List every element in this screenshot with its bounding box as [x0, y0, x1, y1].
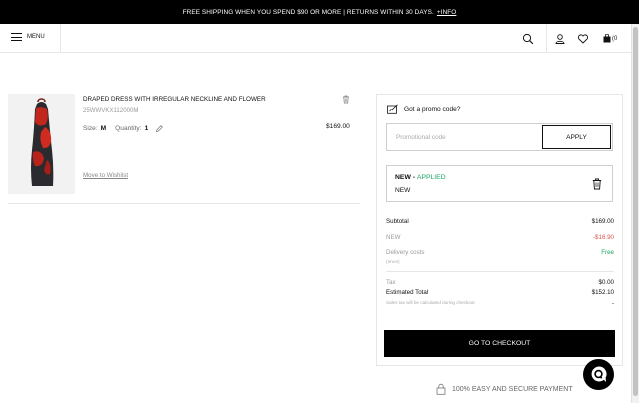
summary-divider: [386, 271, 614, 272]
tax-note: Sales tax will be calculated during chec…: [386, 300, 475, 305]
order-summary: Got a promo code? APPLY NEW - APPLIED NE…: [376, 94, 623, 366]
promo-info-link[interactable]: +INFO: [437, 9, 457, 16]
size-label: Size:: [83, 125, 98, 132]
applied-promo: NEW - APPLIED NEW: [386, 165, 613, 202]
remove-promo-icon[interactable]: [592, 178, 602, 190]
applied-status: APPLIED: [416, 174, 446, 181]
promo-icon: [387, 104, 398, 114]
promo-code-title: Got a promo code?: [404, 105, 461, 113]
header-divider: [546, 24, 547, 52]
applied-promo-code: NEW: [395, 174, 411, 181]
header-divider: [60, 24, 61, 52]
user-icon[interactable]: [554, 33, 566, 45]
estimated-total-label: Estimated Total: [386, 289, 429, 296]
promo-banner-text: FREE SHIPPING WHEN YOU SPEND $90 OR MORE…: [182, 8, 434, 16]
chat-button[interactable]: [583, 359, 614, 390]
product-name[interactable]: DRAPED DRESS WITH IRREGULAR NECKLINE AND…: [83, 96, 266, 103]
quantity-label: Quantity:: [115, 125, 142, 132]
size-value: M: [100, 125, 107, 132]
menu-label: MENU: [27, 34, 45, 40]
applied-promo-title: NEW - APPLIED: [395, 174, 446, 181]
product-image[interactable]: [8, 94, 75, 194]
promo-banner: FREE SHIPPING WHEN YOU SPEND $90 OR MORE…: [0, 0, 639, 24]
bag-icon: [603, 34, 611, 43]
subtotal-value: $169.00: [591, 218, 614, 225]
delivery-value: Free: [601, 249, 614, 256]
edit-icon[interactable]: [155, 124, 164, 133]
subtotal-label: Subtotal: [386, 218, 409, 225]
product-reference: 25WWVKX112000M: [83, 107, 139, 114]
checkout-button[interactable]: GO TO CHECKOUT: [384, 330, 615, 357]
discount-label: NEW: [386, 234, 401, 241]
discount-value: -$16.90: [593, 234, 614, 241]
delivery-note: (once): [386, 260, 400, 265]
cart-item: DRAPED DRESS WITH IRREGULAR NECKLINE AND…: [8, 94, 360, 204]
cart-count: (0: [612, 35, 618, 42]
tax-label: Tax: [386, 279, 396, 286]
promo-code-input[interactable]: [387, 124, 542, 150]
chat-icon: [591, 366, 607, 382]
product-options: Size: M Quantity: 1: [83, 124, 164, 133]
remove-item-icon[interactable]: [342, 95, 350, 104]
promo-code-header: Got a promo code?: [387, 104, 460, 114]
page-scrollbar[interactable]: [631, 24, 639, 403]
scrollbar-thumb[interactable]: [633, 27, 638, 396]
lock-icon: [436, 383, 446, 395]
move-to-wishlist-link[interactable]: Move to Wishlist: [83, 172, 128, 179]
menu-button[interactable]: MENU: [11, 33, 45, 41]
menu-icon: [11, 33, 22, 41]
product-price: $169.00: [326, 123, 350, 130]
secure-payment-label: 100% EASY AND SECURE PAYMENT: [452, 385, 573, 393]
cart-button[interactable]: (0: [603, 34, 617, 43]
apply-promo-button[interactable]: APPLY: [542, 125, 611, 149]
heart-icon[interactable]: [577, 33, 589, 45]
search-icon[interactable]: [522, 33, 534, 45]
estimated-total-value: $152.10: [591, 289, 614, 296]
tax-value: $0.00: [598, 279, 614, 286]
delivery-label: Delivery costs: [386, 249, 425, 256]
quantity-value: 1: [144, 125, 149, 132]
applied-promo-description: NEW: [395, 187, 411, 194]
secure-payment: 100% EASY AND SECURE PAYMENT: [436, 383, 573, 395]
promo-code-form: APPLY: [386, 123, 613, 151]
tax-note-value: -: [611, 300, 614, 307]
site-header: MENU (0: [0, 24, 631, 53]
dress-illustration: [31, 98, 54, 186]
